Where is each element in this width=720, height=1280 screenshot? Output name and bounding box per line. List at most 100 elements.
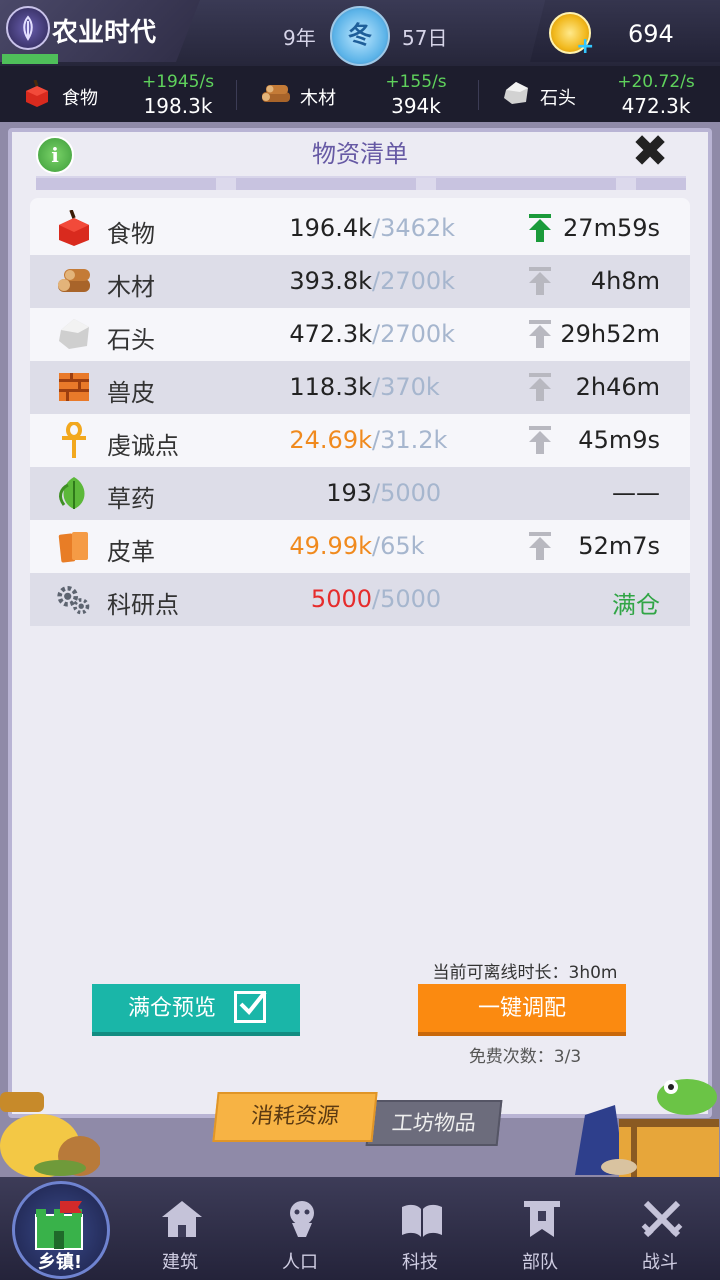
item-current: 393.8k [289,267,372,295]
gold-amount: 694 [628,20,674,48]
list-item[interactable]: 科研点 5000 /5000 满仓 [30,573,690,626]
item-time: —— [612,479,660,507]
ankh-icon [62,422,86,458]
upgrade-arrow-icon[interactable] [528,426,552,454]
item-name: 兽皮 [107,379,155,407]
gears-icon [57,585,90,615]
item-time: 4h8m [590,267,660,295]
full-preview-label: 满仓预览 [128,996,217,1021]
resource-wood[interactable]: 木材 +155/s 394k [258,66,458,122]
stone-icon [59,319,89,349]
era-name: 农业时代 [52,18,157,48]
list-item[interactable]: 草药 193 /5000 —— [30,467,690,520]
nav-buildings[interactable]: 建筑 [130,1177,230,1280]
stone-icon [504,82,528,104]
crate-frog-decoration-icon [575,1079,719,1179]
item-current: 472.3k [289,320,372,348]
close-icon[interactable]: ✖ [628,130,672,174]
one-click-allocate-button[interactable]: 一键调配 [418,984,626,1036]
nav-battle[interactable]: 战斗 [610,1177,710,1280]
item-current: 5000 [310,585,372,613]
item-current: 49.99k [289,532,372,560]
upgrade-arrow-icon[interactable] [528,214,552,242]
list-item[interactable]: 木材 393.8k /2700k 4h8m [30,255,690,308]
tab-workshop-items[interactable]: 工坊物品 [365,1100,503,1146]
nav-troops[interactable]: 部队 [490,1177,590,1280]
nav-town[interactable]: 乡镇! [10,1177,110,1280]
free-count: 免费次数：3/3 [468,1047,582,1067]
season-badge[interactable]: 冬 [330,6,390,66]
apple-icon [59,210,89,246]
item-max: /2700k [372,267,456,295]
house-icon [162,1201,202,1237]
item-current: 118.3k [289,373,372,401]
list-item[interactable]: 石头 472.3k /2700k 29h52m [30,308,690,361]
upgrade-arrow-icon[interactable] [528,320,552,348]
nav-population-label: 人口 [282,1252,318,1273]
item-name: 皮革 [107,538,155,566]
item-current: 196.4k [289,214,372,242]
item-name: 虔诚点 [107,432,179,460]
list-item[interactable]: 兽皮 118.3k /370k 2h46m [30,361,690,414]
item-max: /31.2k [372,426,448,454]
item-name: 食物 [107,220,155,248]
resource-stone[interactable]: 石头 +20.72/s 472.3k [500,66,710,122]
item-max: /2700k [372,320,456,348]
castle-icon [35,1201,83,1250]
tab-consume-resources[interactable]: 消耗资源 [212,1092,378,1142]
nav-buildings-label: 建筑 [162,1252,198,1273]
item-current: 193 [326,479,372,507]
resource-wood-name: 木材 [300,88,336,109]
item-name: 石头 [107,326,155,354]
resource-food-amount: 198.3k [143,94,213,118]
resource-food[interactable]: 食物 +1945/s 198.3k [22,66,222,122]
crossed-swords-icon [641,1200,683,1238]
add-gold-icon[interactable]: + [576,34,594,59]
resource-wood-rate: +155/s [385,72,447,92]
item-name: 草药 [107,485,155,513]
item-max: /65k [372,532,425,560]
date-day: 57日 [402,26,448,50]
resource-list: 食物 196.4k /3462k 27m59s 木材 393.8k /2700k… [30,198,690,626]
list-item[interactable]: 虔诚点 24.69k /31.2k 45m9s [30,414,690,467]
wood-icon [262,85,290,102]
full-preview-button[interactable]: 满仓预览 [92,984,300,1036]
herb-leaf-icon [59,477,85,509]
apple-icon [26,80,48,107]
nav-population[interactable]: 人口 [250,1177,350,1280]
item-max: /3462k [372,214,456,242]
era-badge-icon[interactable] [6,6,50,50]
bottom-nav: 乡镇! 建筑 人口 科技 部队 战斗 [0,1177,720,1280]
nav-battle-label: 战斗 [642,1252,678,1273]
item-max: /5000 [372,479,442,507]
leather-icon [58,532,88,563]
item-time: 2h46m [575,373,660,401]
upgrade-arrow-icon[interactable] [528,267,552,295]
item-current: 24.69k [289,426,372,454]
resource-food-name: 食物 [62,88,98,109]
resource-stone-name: 石头 [540,88,576,109]
era-progress-bar [2,54,58,64]
divider [478,80,479,110]
item-time: 27m59s [563,214,660,242]
resource-stone-amount: 472.3k [621,94,691,118]
date-year: 9年 [283,26,316,50]
divider [236,80,237,110]
item-time: 29h52m [560,320,660,348]
nav-town-label: 乡镇! [37,1252,83,1273]
nav-troops-label: 部队 [522,1252,558,1273]
upgrade-arrow-icon[interactable] [528,373,552,401]
item-max: /370k [372,373,440,401]
panel-title: 物资清单 [312,140,408,168]
item-time: 52m7s [578,532,660,560]
item-time: 45m9s [578,426,660,454]
checkbox-checked-icon[interactable] [234,990,267,1023]
list-item[interactable]: 皮革 49.99k /65k 52m7s [30,520,690,573]
list-item[interactable]: 食物 196.4k /3462k 27m59s [30,202,690,255]
nav-technology[interactable]: 科技 [370,1177,470,1280]
title-divider [36,176,686,190]
upgrade-arrow-icon[interactable] [528,532,552,560]
hide-icon [59,373,89,401]
banner-icon [524,1201,560,1237]
resource-wood-amount: 394k [391,94,441,118]
